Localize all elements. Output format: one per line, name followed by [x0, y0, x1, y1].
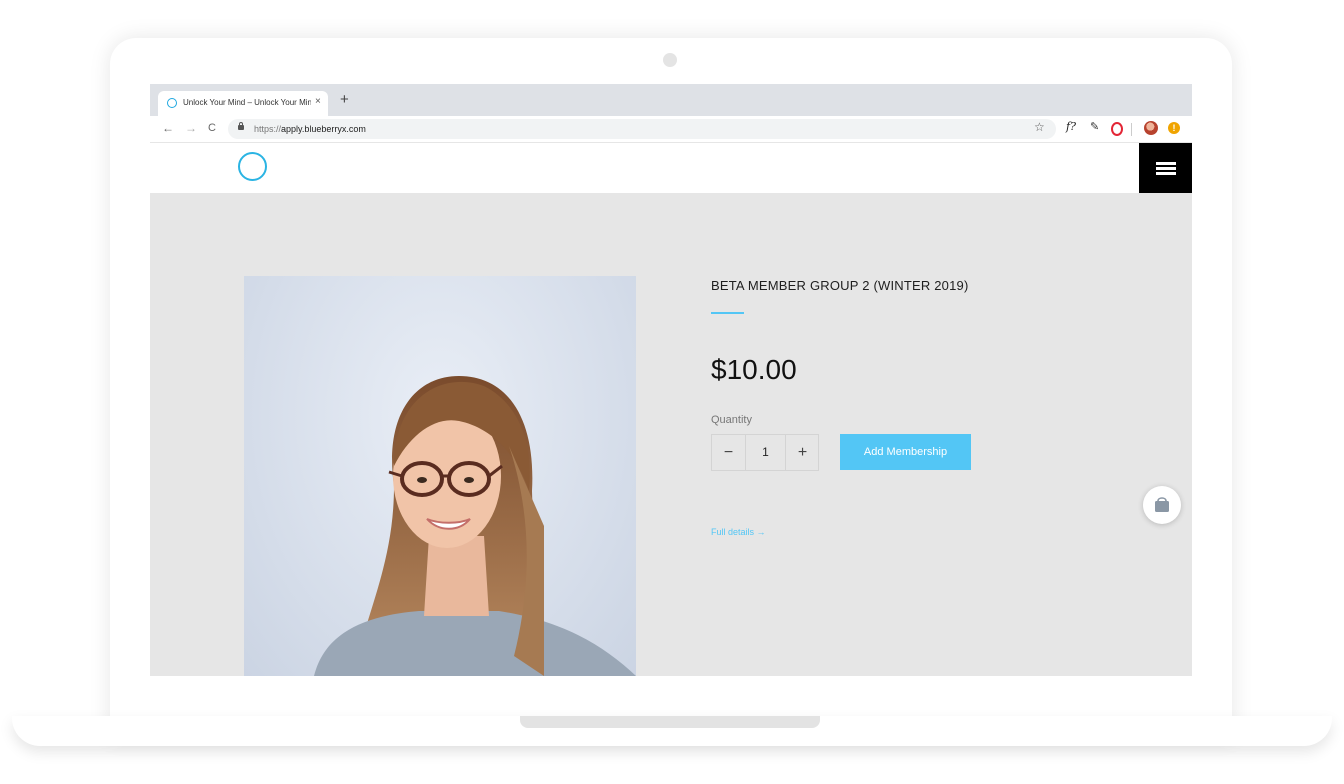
title-divider: [711, 312, 744, 314]
quantity-input[interactable]: 1: [746, 435, 785, 470]
forward-icon[interactable]: →: [185, 121, 197, 135]
add-membership-button[interactable]: Add Membership: [840, 434, 971, 470]
tab-close-icon[interactable]: ×: [315, 96, 321, 107]
tab-title: Unlock Your Mind – Unlock Your Mind: [183, 98, 311, 107]
product-price: $10.00: [711, 354, 797, 385]
quantity-increase-button[interactable]: +: [785, 435, 819, 470]
warning-icon[interactable]: !: [1168, 122, 1180, 134]
quantity-decrease-button[interactable]: −: [712, 435, 746, 470]
browser-toolbar: ← → C https://apply.blueberryx.com ☆ f? …: [150, 116, 1192, 143]
toolbar-divider: [1131, 123, 1132, 136]
url-scheme: https://: [254, 124, 282, 134]
reload-icon[interactable]: C: [208, 121, 216, 135]
hamburger-icon-line: [1156, 167, 1176, 170]
quantity-label: Quantity: [711, 414, 752, 426]
hamburger-icon-line: [1156, 172, 1176, 175]
browser-tab[interactable]: Unlock Your Mind – Unlock Your Mind ×: [158, 91, 328, 116]
favicon-icon: [167, 98, 177, 108]
address-bar[interactable]: https://apply.blueberryx.com: [228, 119, 1056, 139]
formula-extension-icon[interactable]: f?: [1066, 120, 1076, 134]
cart-button[interactable]: [1143, 486, 1181, 524]
pen-extension-icon[interactable]: ✎: [1090, 120, 1099, 134]
full-details-link[interactable]: Full details →: [711, 527, 766, 537]
back-icon[interactable]: ←: [162, 121, 174, 135]
url-text: https://apply.blueberryx.com: [254, 124, 366, 134]
product-photo: [314, 376, 636, 676]
quantity-stepper: − 1 +: [711, 434, 819, 471]
new-tab-button[interactable]: +: [340, 92, 349, 108]
opera-extension-icon[interactable]: [1111, 122, 1123, 136]
product-image: [244, 276, 636, 676]
laptop-camera: [663, 53, 677, 67]
bookmark-star-icon[interactable]: ☆: [1034, 120, 1045, 134]
ring-logo-icon[interactable]: [238, 152, 267, 181]
profile-avatar[interactable]: [1144, 121, 1158, 135]
shopping-bag-icon: [1155, 497, 1169, 512]
browser-window: Unlock Your Mind – Unlock Your Mind × + …: [150, 84, 1192, 676]
product-title: BETA MEMBER GROUP 2 (WINTER 2019): [711, 278, 969, 293]
site-header: [150, 143, 1192, 193]
url-host: apply.blueberryx.com: [281, 124, 366, 134]
tab-strip: Unlock Your Mind – Unlock Your Mind × +: [150, 84, 1192, 116]
laptop-notch: [520, 716, 820, 728]
lock-icon: [238, 122, 244, 130]
menu-button[interactable]: [1139, 143, 1192, 193]
hamburger-icon: [1156, 162, 1176, 165]
